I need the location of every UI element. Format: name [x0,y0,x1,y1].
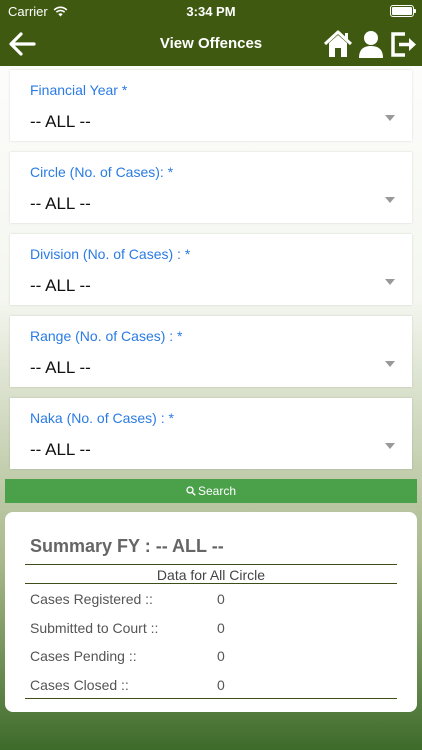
search-icon [186,486,196,496]
search-button-label: Search [197,484,237,498]
summary-row-value: 0 [217,648,225,664]
range-label: Range (No. of Cases) : * [30,328,183,344]
divider [25,583,397,584]
logout-icon[interactable] [388,29,418,59]
naka-value: -- ALL -- [30,440,91,459]
home-icon[interactable] [323,29,353,59]
range-value: -- ALL -- [30,358,91,377]
chevron-down-icon [385,115,395,121]
summary-row-pending: Cases Pending :: 0 [30,648,390,668]
circle-label: Circle (No. of Cases): * [30,164,174,180]
financial-year-dropdown[interactable]: Financial Year * -- ALL -- [10,70,412,141]
summary-row-label: Cases Closed :: [30,677,129,693]
circle-value: -- ALL -- [30,194,91,213]
summary-row-label: Cases Registered :: [30,591,153,607]
search-button[interactable]: Search [5,479,417,503]
financial-year-value: -- ALL -- [30,112,91,131]
summary-row-value: 0 [217,677,225,693]
summary-row-submitted: Submitted to Court :: 0 [30,620,390,640]
summary-row-registered: Cases Registered :: 0 [30,591,390,611]
divider [25,698,397,699]
summary-row-label: Submitted to Court :: [30,620,159,636]
summary-row-closed: Cases Closed :: 0 [30,677,390,697]
summary-row-value: 0 [217,620,225,636]
battery-icon [390,5,416,17]
status-bar: Carrier 3:34 PM [0,0,422,22]
division-value: -- ALL -- [30,276,91,295]
summary-row-value: 0 [217,591,225,607]
summary-caption: Data for All Circle [156,567,266,583]
chevron-down-icon [385,279,395,285]
chevron-down-icon [385,361,395,367]
chevron-down-icon [385,443,395,449]
range-dropdown[interactable]: Range (No. of Cases) : * -- ALL -- [10,316,412,387]
financial-year-label: Financial Year * [30,82,128,98]
naka-dropdown[interactable]: Naka (No. of Cases) : * -- ALL -- [10,398,412,469]
divider [25,564,397,565]
division-dropdown[interactable]: Division (No. of Cases) : * -- ALL -- [10,234,412,305]
circle-dropdown[interactable]: Circle (No. of Cases): * -- ALL -- [10,152,412,223]
chevron-down-icon [385,197,395,203]
user-icon[interactable] [356,29,386,59]
summary-card: Summary FY : -- ALL -- Data for All Circ… [5,512,417,712]
division-label: Division (No. of Cases) : * [30,246,191,262]
nav-bar: View Offences [0,22,422,66]
summary-title: Summary FY : -- ALL -- [30,536,224,556]
naka-label: Naka (No. of Cases) : * [30,410,174,426]
summary-row-label: Cases Pending :: [30,648,137,664]
status-time: 3:34 PM [186,4,236,19]
